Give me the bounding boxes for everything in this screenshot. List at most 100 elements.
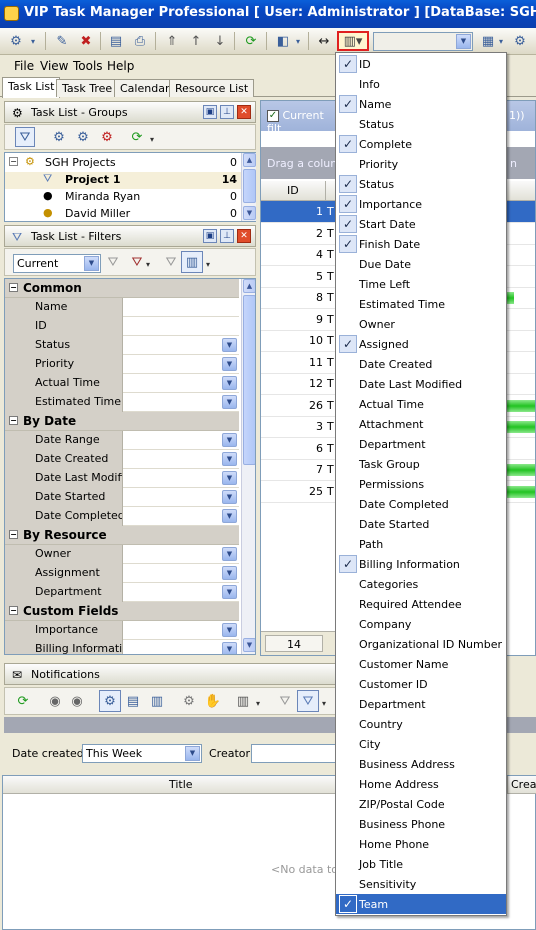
- column-menu-item[interactable]: Actual Time: [336, 394, 506, 414]
- print-icon[interactable]: ⎙: [130, 31, 150, 51]
- filter-view-dropdown-icon[interactable]: ▾: [203, 254, 213, 274]
- filter-view-icon[interactable]: ▥: [181, 251, 203, 273]
- settings-icon[interactable]: ⚙: [510, 31, 530, 51]
- column-menu-item[interactable]: Organizational ID Number: [336, 634, 506, 654]
- groups-tree-scrollbar[interactable]: ▲ ▼: [241, 153, 256, 221]
- move-up-icon[interactable]: ↑: [186, 31, 206, 51]
- notification-filter-icon[interactable]: ⛛: [297, 690, 319, 712]
- category-collapse-icon[interactable]: −: [9, 530, 18, 539]
- task-row[interactable]: 8T: [261, 287, 337, 309]
- column-menu-item[interactable]: Business Phone: [336, 814, 506, 834]
- column-menu-item[interactable]: Owner: [336, 314, 506, 334]
- filter-row[interactable]: Billing Informatio ▼: [5, 640, 239, 654]
- edit-group-icon[interactable]: ⚙: [73, 127, 93, 147]
- task-row-progress-cell[interactable]: [507, 223, 535, 245]
- task-row[interactable]: 4T: [261, 244, 337, 266]
- task-row[interactable]: 5T: [261, 266, 337, 288]
- refresh-icon[interactable]: ⟳: [241, 31, 261, 51]
- new-task-dropdown-icon[interactable]: ▾: [27, 31, 39, 51]
- notification-list-icon[interactable]: ▤: [123, 691, 143, 711]
- id-column-header[interactable]: ID: [287, 184, 299, 197]
- filter-dropdown-icon[interactable]: ▼: [222, 376, 237, 390]
- menu-tools[interactable]: Tools: [73, 59, 103, 73]
- column-menu-item[interactable]: Customer ID: [336, 674, 506, 694]
- column-menu-item[interactable]: Status: [336, 114, 506, 134]
- task-row-progress-cell[interactable]: [507, 309, 535, 331]
- task-row-progress-cell[interactable]: [507, 416, 535, 438]
- date-created-select[interactable]: This Week ▼: [82, 744, 202, 763]
- task-row[interactable]: 9T: [261, 309, 337, 331]
- column-menu-item[interactable]: ZIP/Postal Code: [336, 794, 506, 814]
- filter-dropdown-icon[interactable]: ▼: [222, 509, 237, 523]
- panel-close-icon[interactable]: ✕: [237, 105, 251, 119]
- filter-category[interactable]: − Custom Fields: [5, 602, 239, 621]
- filter-row[interactable]: Importance ▼: [5, 621, 239, 640]
- filter-select[interactable]: Current ▼: [13, 254, 101, 273]
- filter-row[interactable]: Estimated Time ▼: [5, 393, 239, 412]
- column-menu-item[interactable]: Date Created: [336, 354, 506, 374]
- column-menu-item[interactable]: ✓ Start Date: [336, 214, 506, 234]
- filter-options-dropdown-icon[interactable]: ▾: [143, 254, 153, 274]
- filter-dropdown-icon[interactable]: ▼: [222, 642, 237, 654]
- filter-row[interactable]: Status ▼: [5, 336, 239, 355]
- column-menu-item[interactable]: Sensitivity: [336, 874, 506, 894]
- task-row-progress-cell[interactable]: [507, 201, 535, 223]
- notification-filter-dropdown-icon[interactable]: ▾: [319, 693, 329, 713]
- properties-icon[interactable]: ▤: [106, 31, 126, 51]
- filter-row[interactable]: Department ▼: [5, 583, 239, 602]
- filter-row[interactable]: Actual Time ▼: [5, 374, 239, 393]
- delete-group-icon[interactable]: ⚙: [97, 127, 117, 147]
- column-menu-item[interactable]: Permissions: [336, 474, 506, 494]
- creator-column-header[interactable]: Creat: [511, 778, 536, 791]
- column-menu-item[interactable]: Customer Name: [336, 654, 506, 674]
- filter-enabled-checkbox[interactable]: ✓: [267, 110, 279, 122]
- clear-notification-filter-icon[interactable]: ⛛: [275, 691, 295, 711]
- column-menu-item[interactable]: Path: [336, 534, 506, 554]
- filter-dropdown-icon[interactable]: ▼: [222, 338, 237, 352]
- panel-restore-icon[interactable]: ▣: [203, 105, 217, 119]
- task-row-progress-cell[interactable]: [507, 287, 535, 309]
- task-row[interactable]: 12 T: [261, 373, 337, 395]
- column-menu-item[interactable]: Task Group: [336, 454, 506, 474]
- task-row[interactable]: 6T: [261, 438, 337, 460]
- menu-view[interactable]: View: [40, 59, 68, 73]
- clear-filter-icon[interactable]: ⛛: [103, 252, 123, 272]
- mark-unread-icon[interactable]: ◉: [67, 691, 87, 711]
- tab-task-list[interactable]: Task List: [2, 77, 61, 98]
- notification-settings-icon[interactable]: ⚙: [179, 691, 199, 711]
- column-menu-item[interactable]: Business Address: [336, 754, 506, 774]
- filter-dropdown-icon[interactable]: ▼: [222, 433, 237, 447]
- new-task-icon[interactable]: ⚙: [6, 31, 26, 51]
- task-row-progress-cell[interactable]: [507, 459, 535, 481]
- column-menu-item[interactable]: Due Date: [336, 254, 506, 274]
- filter-dropdown-icon[interactable]: ▼: [222, 357, 237, 371]
- column-menu-item[interactable]: Department: [336, 694, 506, 714]
- filter-row[interactable]: Owner ▼: [5, 545, 239, 564]
- filter-row[interactable]: Name: [5, 298, 239, 317]
- view-notifications-icon[interactable]: ⚙: [99, 690, 121, 712]
- filter-dropdown-icon[interactable]: ▼: [222, 566, 237, 580]
- column-menu-item[interactable]: Home Phone: [336, 834, 506, 854]
- move-down-icon[interactable]: ↓: [210, 31, 230, 51]
- mark-read-icon[interactable]: ◉: [45, 691, 65, 711]
- menu-help[interactable]: Help: [107, 59, 134, 73]
- tree-node-sgh-projects[interactable]: − ⚙ SGH Projects 0: [5, 155, 255, 172]
- tree-node-project-1[interactable]: ⛛ Project 1 14: [5, 172, 255, 189]
- task-row-progress-cell[interactable]: [507, 266, 535, 288]
- task-row[interactable]: 25 T: [261, 481, 337, 503]
- task-row[interactable]: 2T: [261, 223, 337, 245]
- category-collapse-icon[interactable]: −: [9, 283, 18, 292]
- refresh-groups-icon[interactable]: ⟳: [127, 127, 147, 147]
- column-menu-item[interactable]: Categories: [336, 574, 506, 594]
- filter-row[interactable]: Date Created ▼: [5, 450, 239, 469]
- panel-pin-icon[interactable]: ⊥: [220, 229, 234, 243]
- column-menu-item[interactable]: ✓ Complete: [336, 134, 506, 154]
- column-menu-item[interactable]: Date Started: [336, 514, 506, 534]
- export-icon[interactable]: ▦: [478, 31, 498, 51]
- task-row[interactable]: 11 T: [261, 352, 337, 374]
- filter-dropdown-icon[interactable]: ▼: [222, 471, 237, 485]
- filter-row[interactable]: Assignment ▼: [5, 564, 239, 583]
- column-menu-item[interactable]: ✓ Name: [336, 94, 506, 114]
- panel-restore-icon[interactable]: ▣: [203, 229, 217, 243]
- view-options-icon[interactable]: ◧: [273, 31, 293, 51]
